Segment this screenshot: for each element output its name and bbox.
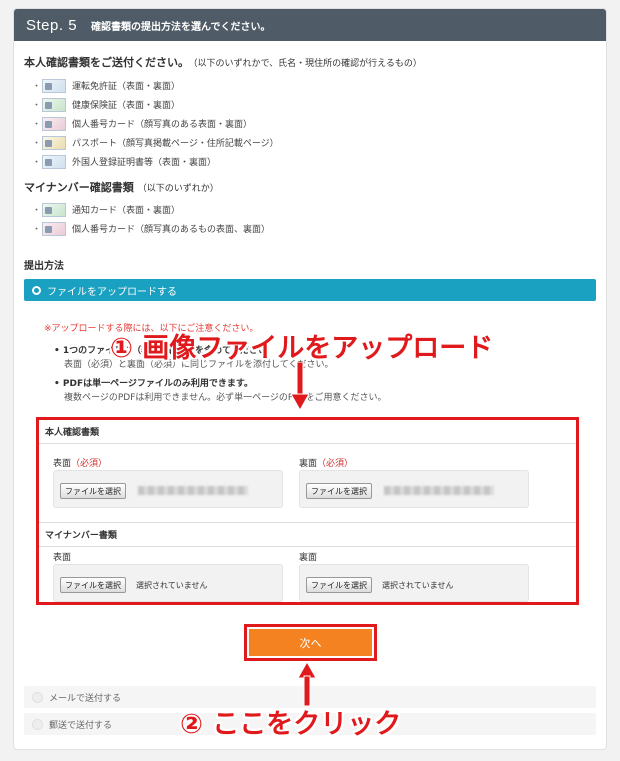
- no-file-text: 選択されていません: [136, 581, 208, 590]
- choose-file-button[interactable]: ファイルを選択: [306, 577, 372, 593]
- list-item: ・個人番号カード（顔写真のある表面・裏面）: [32, 114, 279, 133]
- list-item: ・運転免許証（表面・裏面）: [32, 76, 279, 95]
- method-heading: 提出方法: [24, 261, 64, 272]
- rule-2-sub: 複数ページのPDFは利用できません。必ず単一ページのPDFをご用意ください。: [64, 393, 387, 403]
- upload-option[interactable]: ファイルをアップロードする: [24, 279, 596, 301]
- insurance-card-icon: [42, 97, 66, 112]
- list-item: ・通知カード（表面・裏面）: [32, 200, 270, 219]
- upload-form-box: 本人確認書類 表面（必須） ファイルを選択 裏面（必須） ファイルを選択 マイナ…: [36, 417, 579, 605]
- list-item: ・外国人登録証明書等（表面・裏面）: [32, 152, 279, 171]
- mail-option-label: メールで送付する: [49, 693, 122, 704]
- identity-back-label: 裏面（必須）: [299, 459, 354, 469]
- identity-heading: 本人確認書類をご送付ください。 （以下のいずれかで、氏名・現住所の確認が行えるもの…: [24, 54, 422, 70]
- radio-selected-icon: [32, 285, 41, 295]
- step-number: Step. 5: [26, 16, 78, 34]
- identity-front-label: 表面（必須）: [53, 459, 108, 469]
- mynumber-front-file: ファイルを選択 選択されていません: [53, 564, 283, 602]
- blurred-filename: [384, 486, 494, 495]
- notification-card-icon: [42, 202, 66, 217]
- arrow-up-icon: [298, 662, 316, 706]
- mynumber-back-file: ファイルを選択 選択されていません: [299, 564, 529, 602]
- step-header: Step. 5 確認書類の提出方法を選んでください。: [14, 9, 606, 41]
- mynumber-front-label: 表面: [53, 553, 72, 563]
- mynumber-form-title: マイナンバー書類: [39, 522, 576, 547]
- list-item: ・個人番号カード（顔写真のあるもの表面、裏面）: [32, 219, 270, 238]
- choose-file-button[interactable]: ファイルを選択: [306, 483, 372, 499]
- arrow-down-icon: [291, 362, 309, 412]
- list-item: ・健康保険証（表面・裏面）: [32, 95, 279, 114]
- mynumber-note: （以下のいずれか）: [137, 184, 219, 194]
- identity-back-file: ファイルを選択: [299, 470, 529, 508]
- step-title: 確認書類の提出方法を選んでください。: [91, 21, 271, 33]
- mynumber-doc-list: ・通知カード（表面・裏面） ・個人番号カード（顔写真のあるもの表面、裏面）: [32, 200, 270, 238]
- alien-card-icon: [42, 154, 66, 169]
- annotation-step2: ② ここをクリック: [180, 709, 402, 740]
- no-file-text: 選択されていません: [382, 581, 454, 590]
- choose-file-button[interactable]: ファイルを選択: [60, 483, 126, 499]
- identity-doc-list: ・運転免許証（表面・裏面） ・健康保険証（表面・裏面） ・個人番号カード（顔写真…: [32, 76, 279, 171]
- annotation-step1: ① 画像ファイルをアップロード: [110, 333, 494, 364]
- mynumber-card-icon: [42, 116, 66, 131]
- identity-front-file: ファイルを選択: [53, 470, 283, 508]
- mynumber-back-label: 裏面: [299, 553, 318, 563]
- list-item: ・パスポート（顔写真掲載ページ・住所記載ページ）: [32, 133, 279, 152]
- step-card: Step. 5 確認書類の提出方法を選んでください。 本人確認書類をご送付くださ…: [13, 8, 607, 750]
- license-card-icon: [42, 78, 66, 93]
- identity-heading-text: 本人確認書類をご送付ください。: [24, 56, 189, 69]
- upload-option-label: ファイルをアップロードする: [47, 286, 177, 298]
- identity-note: （以下のいずれかで、氏名・現住所の確認が行えるもの）: [193, 59, 422, 69]
- next-highlight: 次へ: [244, 624, 377, 661]
- rule-2: • PDFは単一ページファイルのみ利用できます。: [54, 379, 254, 389]
- post-option-label: 郵送で送付する: [49, 720, 113, 731]
- radio-unselected-icon: [32, 718, 43, 730]
- mynumber-heading: マイナンバー確認書類 （以下のいずれか）: [24, 179, 219, 195]
- next-button[interactable]: 次へ: [249, 629, 372, 656]
- mynumber-heading-text: マイナンバー確認書類: [24, 181, 134, 194]
- mynumber-card-icon: [42, 221, 66, 236]
- passport-icon: [42, 135, 66, 150]
- blurred-filename: [138, 486, 248, 495]
- choose-file-button[interactable]: ファイルを選択: [60, 577, 126, 593]
- identity-form-title: 本人確認書類: [39, 420, 576, 444]
- radio-unselected-icon: [32, 691, 43, 703]
